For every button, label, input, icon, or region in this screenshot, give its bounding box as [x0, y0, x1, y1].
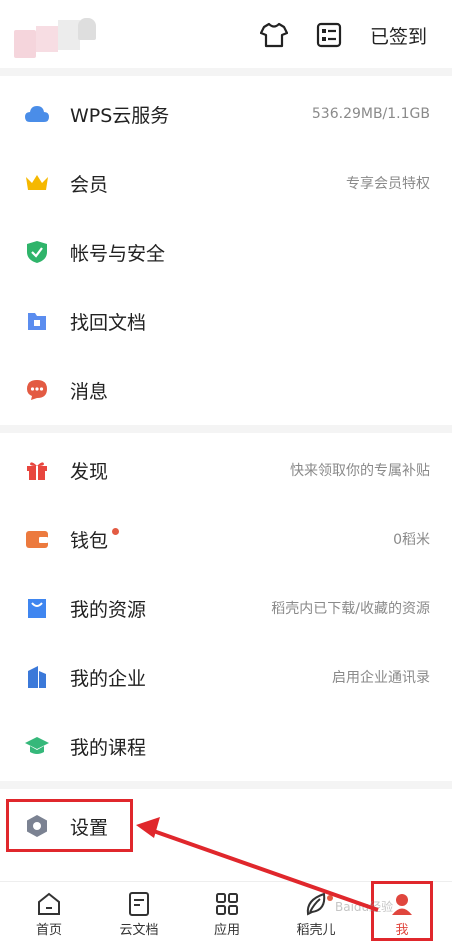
annotation-arrow: [136, 817, 379, 912]
